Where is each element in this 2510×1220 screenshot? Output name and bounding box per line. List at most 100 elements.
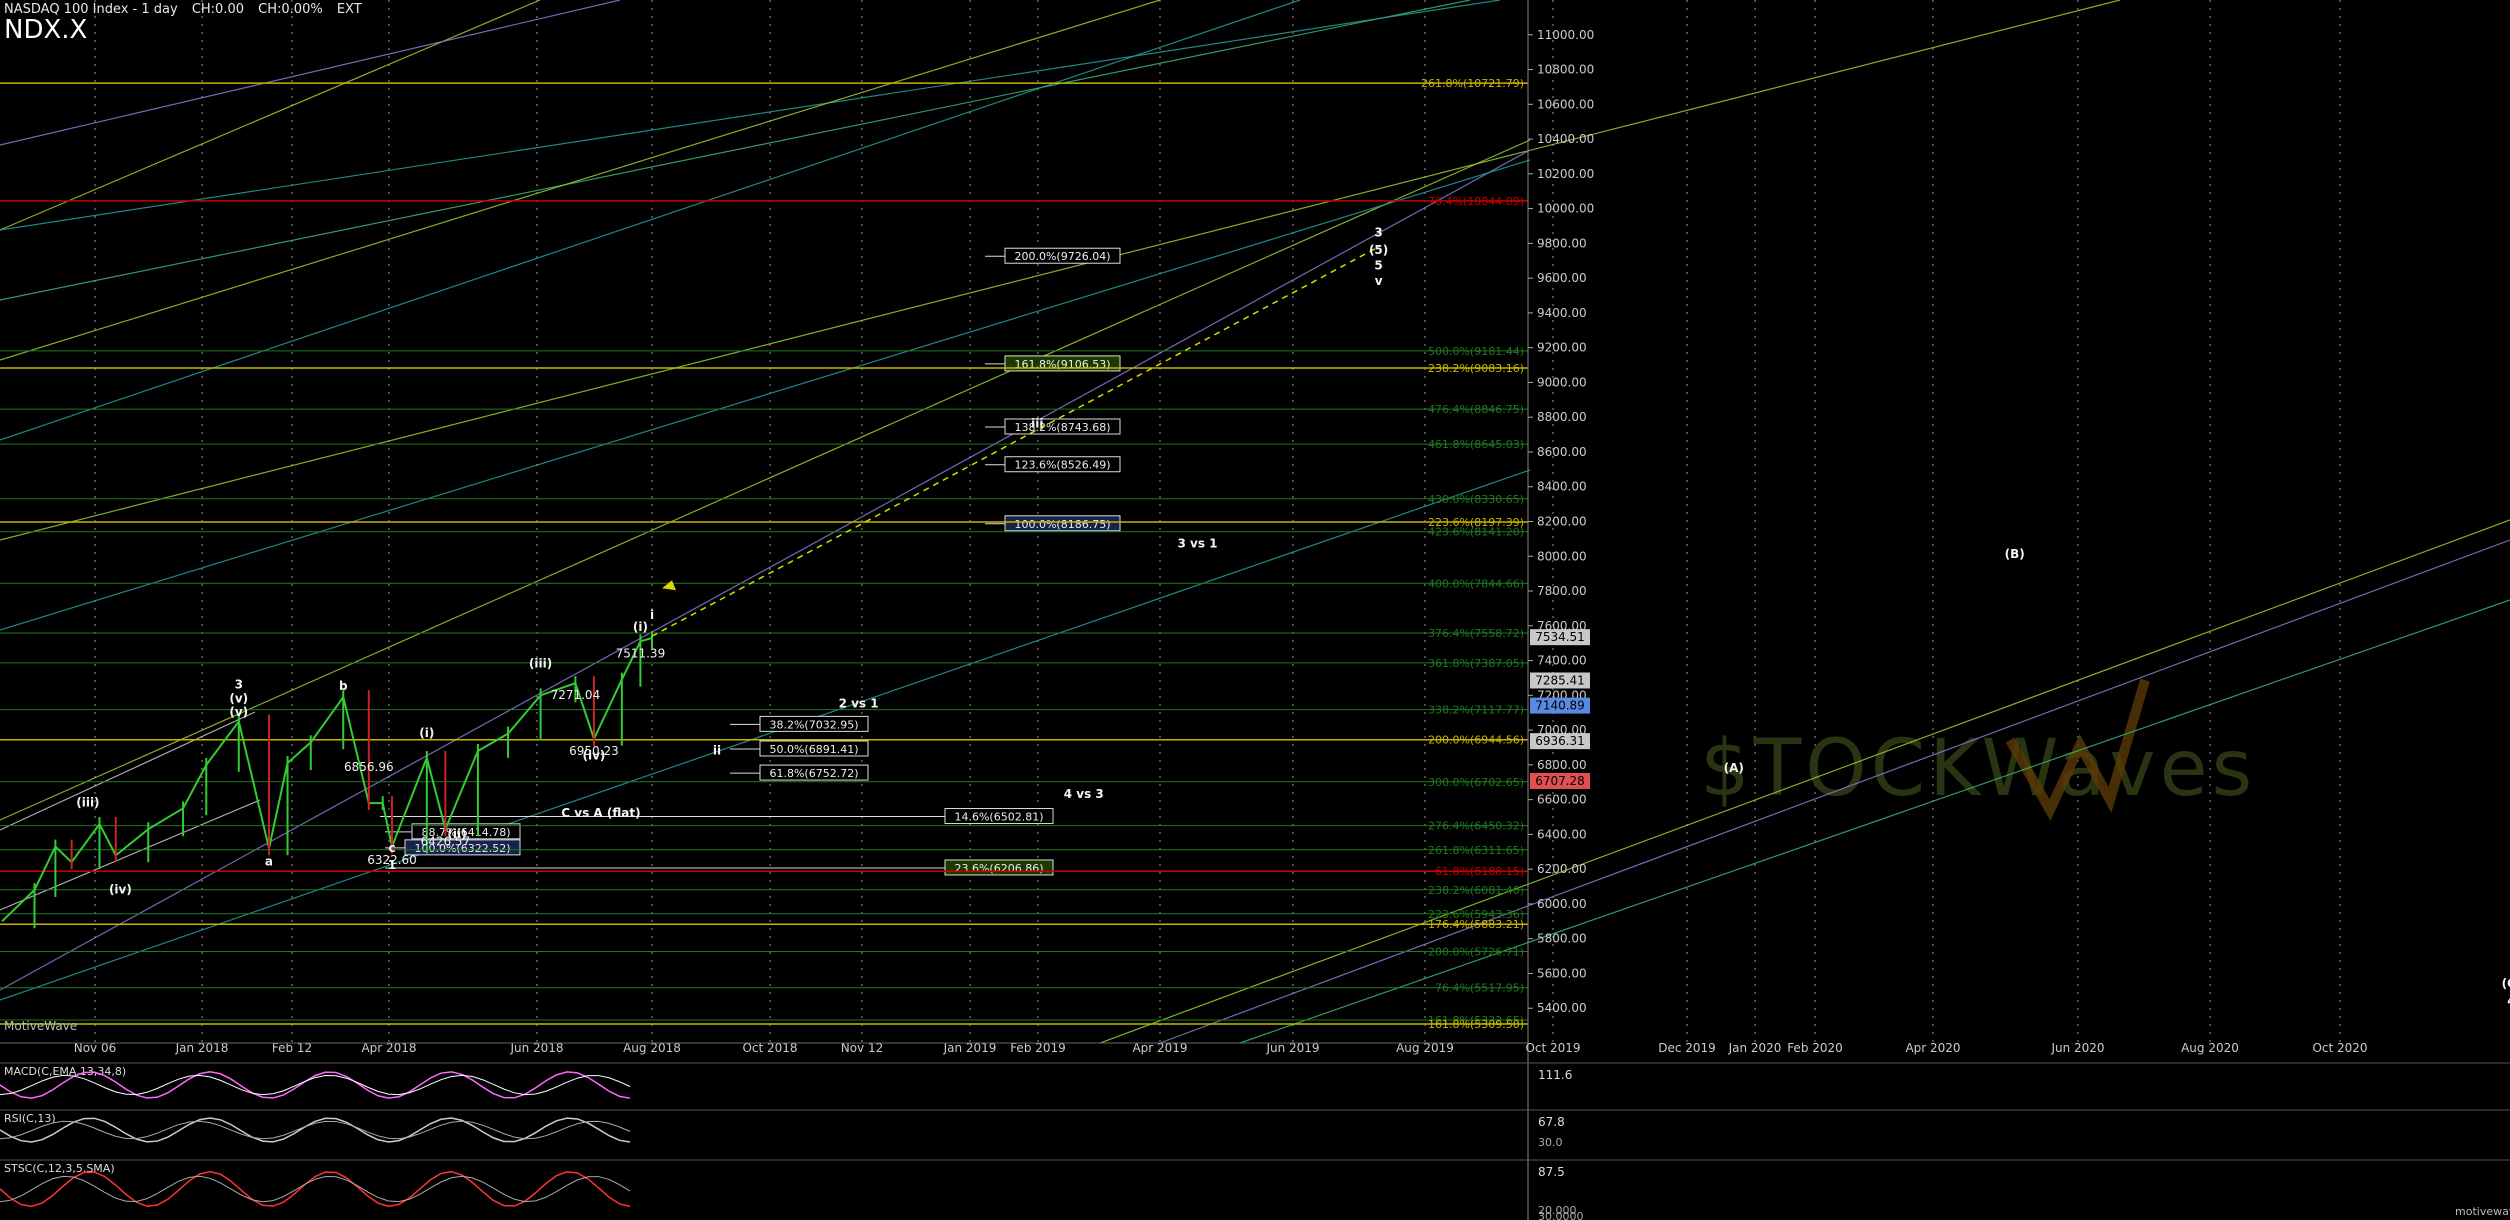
fib-level-label: 423.6%(8141.20)	[1428, 526, 1524, 539]
y-tick-label: 8600.00	[1537, 445, 1587, 459]
x-tick-label: Aug 2020	[2181, 1041, 2239, 1055]
y-tick-label: 8800.00	[1537, 410, 1587, 424]
y-tick-label: 6200.00	[1537, 862, 1587, 876]
wave-label: i	[650, 608, 654, 622]
fib-level-label: 400.0%(7844.66)	[1428, 577, 1524, 590]
fib-level-label: 376.4%(7558.72)	[1428, 627, 1524, 640]
y-tick-label: 5600.00	[1537, 966, 1587, 980]
price-annotation: 6856.96	[344, 760, 394, 774]
y-tick-label: 6000.00	[1537, 897, 1587, 911]
fib-level-label: 200.0%(5726.71)	[1428, 945, 1524, 958]
y-tick-label: 10600.00	[1537, 97, 1594, 111]
y-tick-label: 10000.00	[1537, 202, 1594, 216]
wave-label: 3 vs 1	[1178, 537, 1218, 551]
wave-label: b	[339, 679, 348, 693]
price-box-label: 6707.28	[1535, 774, 1585, 788]
y-tick-label: 10200.00	[1537, 167, 1594, 181]
price-box-label: 7534.51	[1535, 630, 1585, 644]
wave-label: (v)	[229, 691, 248, 705]
fib-level-label: 500.0%(9181.44)	[1428, 345, 1524, 358]
wave-label: iii	[1031, 417, 1043, 431]
price-box-label: 6936.31	[1535, 734, 1585, 748]
fib-level-label: 76.4%(10044.09)	[1428, 195, 1524, 208]
fib-level-label: 238.2%(6081.40)	[1428, 884, 1524, 897]
fib-level-label: 338.2%(7117.77)	[1428, 704, 1524, 717]
footer-brand: MotiveWave	[4, 1019, 77, 1033]
fib-retrace-label: 200.0%(9726.04)	[1014, 250, 1110, 263]
fib-retrace-label: 61.8%(6752.72)	[769, 767, 858, 780]
footer-url: motivewave.com	[2455, 1205, 2510, 1218]
x-tick-label: Dec 2019	[1658, 1041, 1716, 1055]
fib-level-label: 261.8%(6311.65)	[1428, 844, 1524, 857]
fib-level-label: 176.4%(5883.21)	[1428, 918, 1524, 931]
price-box-label: 7285.41	[1535, 673, 1585, 687]
y-tick-label: 7400.00	[1537, 654, 1587, 668]
fib-retrace-label: 23.6%(6206.86)	[954, 862, 1043, 875]
fib-level-label: 300.0%(6702.65)	[1428, 776, 1524, 789]
indicator-value: 67.8	[1538, 1115, 1565, 1129]
y-tick-label: 8000.00	[1537, 549, 1587, 563]
y-tick-label: 9600.00	[1537, 271, 1587, 285]
y-tick-label: 11000.00	[1537, 28, 1594, 42]
indicator-value: 111.6	[1538, 1068, 1572, 1082]
x-tick-label: Apr 2020	[1905, 1041, 1960, 1055]
x-tick-label: Oct 2019	[1525, 1041, 1580, 1055]
y-tick-label: 5400.00	[1537, 1001, 1587, 1015]
wave-label: 2 vs 1	[839, 697, 879, 711]
fib-level-label: 430.0%(8330.65)	[1428, 493, 1524, 506]
y-tick-label: 6600.00	[1537, 793, 1587, 807]
fib-retrace-label: 123.6%(8526.49)	[1014, 459, 1110, 472]
price-annotation: 7271.04	[551, 688, 601, 702]
wave-label: ii	[713, 743, 721, 757]
fib-retrace-label: 100.0%(8186.75)	[1014, 518, 1110, 531]
wave-label: (iii)	[76, 796, 99, 810]
price-box-label: 7140.89	[1535, 699, 1585, 713]
wave-label: (iv)	[109, 883, 132, 897]
wave-label: (5)	[1369, 243, 1388, 257]
x-tick-label: Feb 2020	[1787, 1041, 1843, 1055]
fib-level-label: 76.4%(5517.95)	[1435, 982, 1524, 995]
indicator-value: 87.5	[1538, 1165, 1565, 1179]
fib-retrace-label: 14.6%(6502.81)	[954, 811, 1043, 824]
wave-label: C vs A (flat)	[561, 806, 640, 820]
fib-level-label: 476.4%(8846.75)	[1428, 403, 1524, 416]
wave-label: (iv)	[583, 749, 606, 763]
wave-label: (i)	[419, 726, 434, 740]
fib-retrace-label: 138.2%(8743.68)	[1014, 421, 1110, 434]
indicator-secondary: 30.0	[1538, 1136, 1563, 1149]
wave-label: v	[1375, 274, 1383, 288]
chart-canvas[interactable]: $TOCKWaves 200.0%(9726.04) 161.8%(9106.53…	[0, 0, 2510, 1220]
wave-label: (ii)	[447, 827, 466, 841]
change-value: CH:0.00	[191, 2, 245, 17]
x-tick-label: Oct 2020	[2312, 1041, 2367, 1055]
fib-level-label: 61.8%(6188.15)	[1435, 865, 1524, 878]
wave-label: 3	[235, 677, 243, 691]
wave-label: (i)	[633, 620, 648, 634]
chart-background	[0, 0, 2510, 1220]
y-tick-label: 7800.00	[1537, 584, 1587, 598]
y-tick-label: 9200.00	[1537, 341, 1587, 355]
fib-level-label: 276.4%(6450.32)	[1428, 820, 1524, 833]
fib-level-label: 461.8%(8645.03)	[1428, 438, 1524, 451]
wave-label: 5	[1374, 258, 1382, 272]
fib-level-label: 200.0%(6944.56)	[1428, 734, 1524, 747]
session-label: EXT	[336, 2, 362, 17]
x-tick-label: Jun 2020	[2050, 1041, 2104, 1055]
fib-retrace-label: 161.8%(9106.53)	[1014, 358, 1110, 371]
indicator-name: MACD(C,EMA,13,34,8)	[4, 1065, 126, 1078]
fib-retrace-label: 50.0%(6891.41)	[769, 743, 858, 756]
fib-retrace-label: 38.2%(7032.95)	[769, 718, 858, 731]
wave-label: (v)	[229, 705, 248, 719]
y-tick-label: 9400.00	[1537, 306, 1587, 320]
y-tick-label: 8200.00	[1537, 515, 1587, 529]
change-percent: CH:0.00%	[258, 2, 323, 17]
symbol-title: NDX.X	[4, 15, 88, 45]
fib-level-label: 261.8%(10721.79)	[1421, 77, 1524, 90]
wave-label: 1	[388, 858, 396, 872]
y-tick-label: 10400.00	[1537, 132, 1594, 146]
wave-label: (B)	[2005, 547, 2025, 561]
indicator-name: RSI(C,13)	[4, 1112, 56, 1125]
wave-label: (A)	[1724, 761, 1744, 775]
fib-level-label: 161.8%(5309.50)	[1428, 1018, 1524, 1031]
price-annotation: 7511.39	[616, 646, 666, 660]
